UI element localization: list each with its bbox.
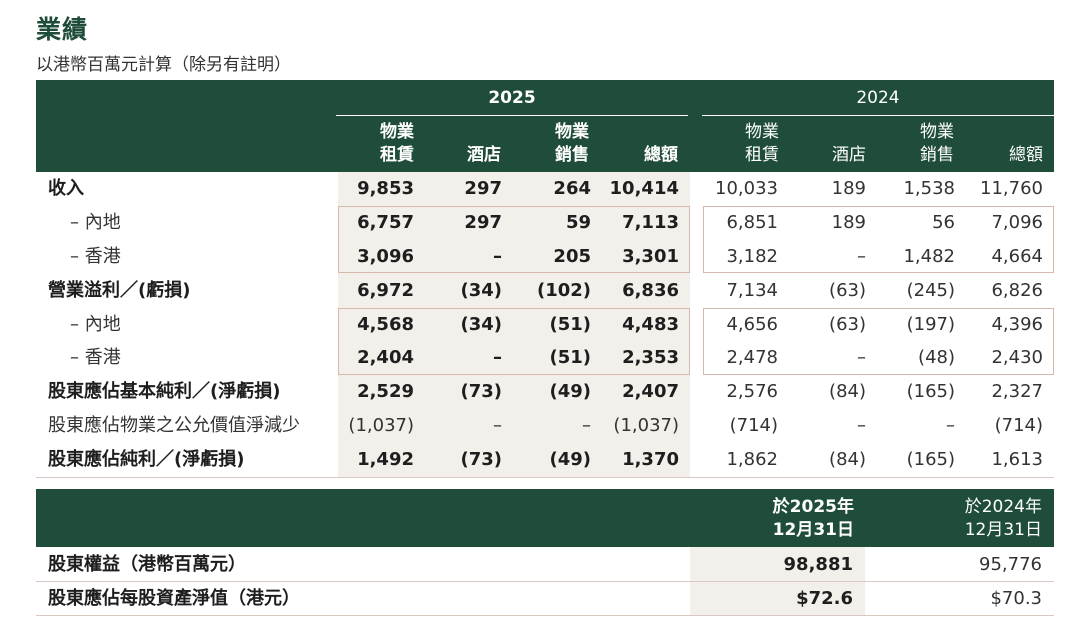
value-prior-total: 11,760 (980, 178, 1043, 199)
value-current-total: 2,353 (622, 347, 679, 368)
results-table-bottom-rule (36, 477, 1054, 478)
col-header-prior-property-leasing: 物業 租賃 (745, 122, 779, 165)
results-page: 業績 以港幣百萬元計算（除另有註明） 2025 2024 物業 租賃 酒店 物業… (0, 0, 1080, 633)
value-prior-total: 4,664 (991, 246, 1043, 267)
col-header-current-property-leasing: 物業 租賃 (380, 122, 414, 165)
balance-label-equity: 股東權益（港幣百萬元） (48, 554, 246, 575)
col-header-current-property-sales: 物業 銷售 (555, 122, 589, 165)
row-label-profit-mainland: – 內地 (70, 314, 121, 335)
value-prior-total: (714) (994, 415, 1043, 436)
value-prior-total: 4,396 (991, 314, 1043, 335)
row-label-revenue-hk: – 香港 (70, 246, 121, 267)
row-label-underlying-net-profit: 股東應佔基本純利／(淨虧損) (48, 381, 281, 402)
row-label-fair-value-decrease: 股東應佔物業之公允價值淨減少 (48, 415, 300, 436)
balance-table-bottom-rule (36, 615, 1054, 616)
row-label-revenue-mainland: – 內地 (70, 212, 121, 233)
value-prior-total: 2,430 (991, 347, 1043, 368)
value-current-total: 4,483 (622, 314, 679, 335)
col-header-current-total: 總額 (644, 145, 678, 165)
year-current-underline (336, 115, 688, 116)
value-current-total: 6,836 (622, 280, 679, 301)
value-prior-total: 1,613 (991, 449, 1043, 470)
row-label-profit-hk: – 香港 (70, 347, 121, 368)
balance-table-header: 於2025年 12月31日 於2024年 12月31日 (36, 489, 1054, 547)
value-current-total: (1,037) (613, 415, 679, 436)
value-prior-total: 6,826 (991, 280, 1043, 301)
row-label-net-profit: 股東應佔純利／(淨虧損) (48, 449, 245, 470)
year-current-heading: 2025 (488, 88, 536, 108)
balance-label-nav-per-share: 股東應佔每股資產淨值（港元） (48, 588, 300, 609)
value-current-total: 1,370 (622, 449, 679, 470)
year-prior-underline (702, 115, 1054, 116)
page-title: 業績 (36, 15, 89, 44)
balance-nav-current: $72.6 (796, 588, 853, 609)
value-current-total: 2,407 (622, 381, 679, 402)
balance-header-current: 於2025年 12月31日 (772, 497, 854, 540)
balance-nav-prior: $70.3 (990, 588, 1042, 609)
results-table-header: 2025 2024 物業 租賃 酒店 物業 銷售 總額 物業 租賃 酒店 物業 … (36, 80, 1054, 172)
value-prior-total: 2,327 (991, 381, 1043, 402)
row-label-operating-profit: 營業溢利／(虧損) (48, 280, 191, 301)
value-current-total: 7,113 (622, 212, 679, 233)
balance-row-divider (36, 581, 1054, 582)
page-subtitle: 以港幣百萬元計算（除另有註明） (36, 55, 291, 75)
row-label-revenue: 收入 (48, 178, 84, 199)
value-current-total: 3,301 (622, 246, 679, 267)
col-header-prior-property-sales: 物業 銷售 (920, 122, 954, 165)
balance-header-prior: 於2024年 12月31日 (964, 497, 1042, 540)
year-prior-heading: 2024 (856, 88, 900, 108)
col-header-current-hotel: 酒店 (467, 145, 501, 165)
balance-equity-prior: 95,776 (979, 554, 1042, 575)
balance-equity-current: 98,881 (783, 554, 853, 575)
value-current-total: 10,414 (609, 178, 679, 199)
col-header-prior-hotel: 酒店 (832, 145, 866, 165)
col-header-prior-total: 總額 (1009, 145, 1043, 165)
value-prior-total: 7,096 (991, 212, 1043, 233)
